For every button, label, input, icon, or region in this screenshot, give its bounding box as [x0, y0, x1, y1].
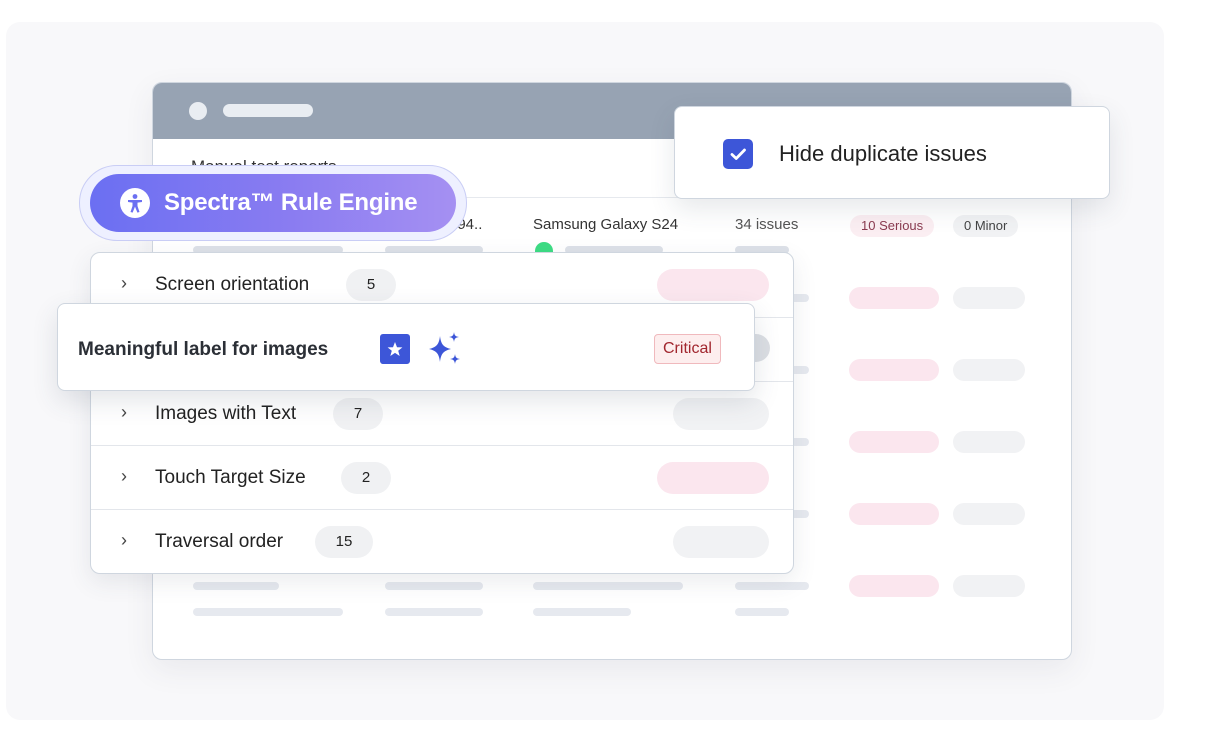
- category-count: 7: [333, 398, 383, 430]
- category-label: Images with Text: [155, 403, 297, 424]
- sparkle-icon: [426, 330, 464, 373]
- placeholder-line: [193, 582, 279, 590]
- placeholder-line: [385, 582, 483, 590]
- window-title-placeholder: [223, 104, 313, 117]
- rule-engine-badge: Spectra™ Rule Engine: [79, 165, 467, 241]
- issue-count: 34 issues: [735, 216, 799, 233]
- placeholder-line: [193, 608, 343, 616]
- placeholder-pill: [953, 503, 1025, 525]
- placeholder-pill: [849, 359, 939, 381]
- severity-badge: Critical: [654, 334, 721, 364]
- placeholder-pill: [657, 462, 769, 494]
- placeholder-pill: [953, 287, 1025, 309]
- placeholder-line: [735, 608, 789, 616]
- placeholder-line: [385, 608, 483, 616]
- placeholder-pill: [673, 398, 769, 430]
- hide-duplicates-label[interactable]: Hide duplicate issues: [779, 141, 987, 167]
- placeholder-pill: [657, 269, 769, 301]
- category-count: 5: [346, 269, 396, 301]
- chevron-right-icon: ›: [121, 530, 127, 550]
- chevron-right-icon: ›: [121, 466, 127, 486]
- serious-badge: 10 Serious: [850, 215, 935, 237]
- placeholder-pill: [849, 431, 939, 453]
- category-label: Touch Target Size: [155, 467, 306, 488]
- placeholder-pill: [953, 359, 1025, 381]
- category-label: Screen orientation: [155, 274, 310, 295]
- placeholder-pill: [849, 575, 939, 597]
- category-count: 2: [341, 462, 391, 494]
- placeholder-pill: [953, 575, 1025, 597]
- minor-badge: 0 Minor: [953, 215, 1019, 237]
- placeholder-pill: [673, 526, 769, 558]
- placeholder-pill: [849, 287, 939, 309]
- placeholder-pill: [849, 503, 939, 525]
- placeholder-line: [735, 582, 809, 590]
- placeholder-pill: [953, 431, 1025, 453]
- rule-label: Meaningful label for images: [78, 339, 329, 360]
- rule-engine-label: Spectra™ Rule Engine: [164, 189, 418, 216]
- device-name[interactable]: Samsung Galaxy S24: [533, 216, 678, 233]
- category-row-traversal-order[interactable]: › Traversal order 15: [91, 509, 793, 573]
- category-row-touch-target-size[interactable]: › Touch Target Size 2: [91, 445, 793, 509]
- chevron-right-icon: ›: [121, 402, 127, 422]
- chevron-right-icon: ›: [121, 273, 127, 293]
- category-label: Traversal order: [155, 531, 284, 552]
- category-count: 15: [315, 526, 373, 558]
- category-list-panel: › Screen orientation 5 › Images with Tex…: [90, 252, 794, 574]
- meaningful-label-card[interactable]: Meaningful label for images Critical: [57, 303, 755, 391]
- android-icon: [535, 242, 553, 252]
- rule-engine-pill[interactable]: Spectra™ Rule Engine: [90, 174, 456, 232]
- placeholder-line: [533, 582, 683, 590]
- hide-duplicates-checkbox[interactable]: [723, 139, 753, 169]
- hide-duplicates-popover: Hide duplicate issues: [674, 106, 1110, 199]
- star-icon[interactable]: [380, 334, 410, 364]
- window-dot-icon: [189, 102, 207, 120]
- accessibility-icon: [120, 188, 150, 218]
- placeholder-line: [533, 608, 631, 616]
